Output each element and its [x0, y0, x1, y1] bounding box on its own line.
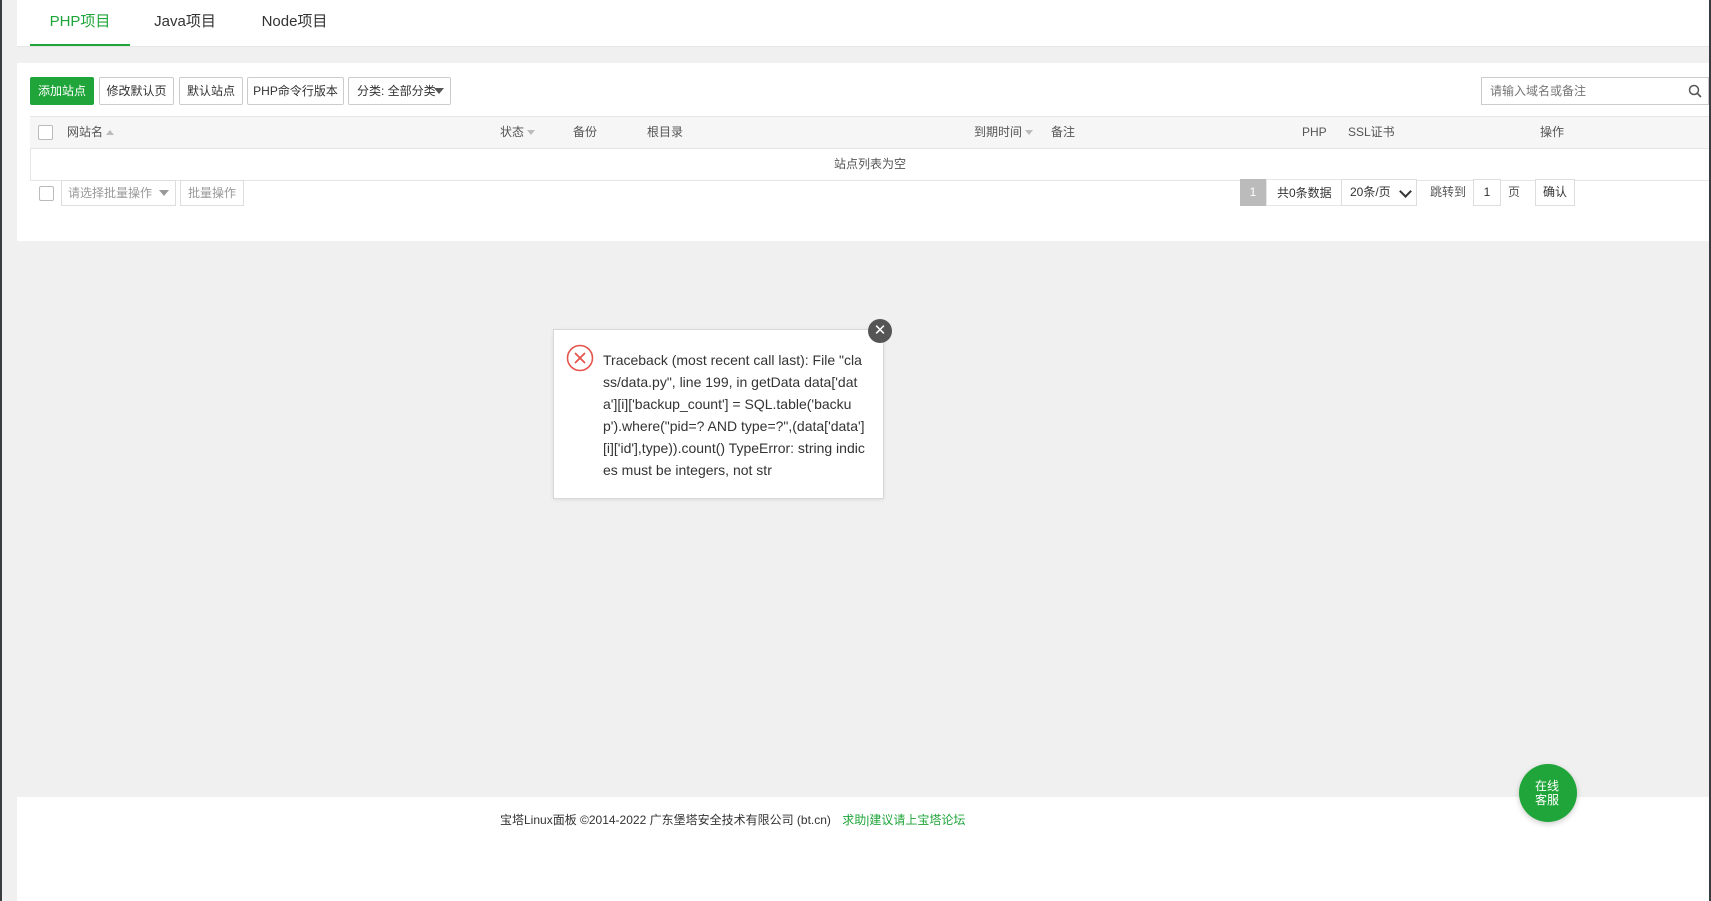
batch-action-select-label: 请选择批量操作 — [68, 186, 153, 200]
chevron-down-icon — [159, 190, 169, 196]
category-select[interactable]: 分类: 全部分类 — [348, 77, 451, 105]
column-status-label: 状态 — [500, 125, 525, 139]
column-ssl: SSL证书 — [1348, 125, 1395, 139]
pagination-total: 共0条数据 — [1266, 179, 1343, 206]
search-box — [1481, 77, 1709, 105]
close-icon[interactable]: ✕ — [868, 319, 892, 343]
page-size-select[interactable]: 20条/页 — [1341, 179, 1417, 206]
page-size-label: 20条/页 — [1350, 185, 1391, 199]
category-select-label: 分类: 全部分类 — [357, 84, 436, 98]
left-rail — [0, 0, 2, 901]
column-site-name-label: 网站名 — [67, 125, 104, 139]
jump-confirm-button[interactable]: 确认 — [1535, 179, 1575, 206]
footer-text: 宝塔Linux面板 ©2014-2022 广东堡塔安全技术有限公司 (bt.cn… — [500, 811, 965, 828]
batch-action-button[interactable]: 批量操作 — [180, 180, 244, 206]
site-footer: 宝塔Linux面板 ©2014-2022 广东堡塔安全技术有限公司 (bt.cn… — [17, 797, 1709, 901]
online-support-label: 在线客服 — [1534, 779, 1559, 807]
column-site-name[interactable]: 网站名 — [67, 117, 115, 148]
pagination-current-page[interactable]: 1 — [1240, 179, 1266, 206]
sort-desc-icon — [1025, 130, 1034, 136]
column-remark: 备注 — [1051, 125, 1076, 139]
php-cli-version-button[interactable]: PHP命令行版本 — [247, 77, 344, 105]
copyright-text: 宝塔Linux面板 ©2014-2022 广东堡塔安全技术有限公司 (bt.cn… — [500, 813, 831, 827]
select-all-checkbox[interactable] — [38, 125, 53, 140]
sort-asc-icon — [106, 130, 115, 136]
default-site-button[interactable]: 默认站点 — [179, 77, 243, 105]
page: PHP项目 Java项目 Node项目 添加站点 修改默认页 默认站点 PHP命… — [0, 0, 1711, 901]
sort-desc-icon — [527, 130, 536, 136]
site-table: 网站名 状态 备份 根目录 到期时间 备注 PHP SSL证书 操作 站点列表为… — [30, 116, 1709, 181]
batch-action-select[interactable]: 请选择批量操作 — [61, 180, 176, 206]
column-expire[interactable]: 到期时间 — [974, 117, 1034, 148]
column-actions: 操作 — [1540, 125, 1565, 139]
search-icon[interactable] — [1688, 84, 1702, 98]
search-input[interactable] — [1482, 78, 1688, 104]
tab-php-project[interactable]: PHP项目 — [30, 0, 130, 46]
page-unit-label: 页 — [1508, 185, 1521, 199]
empty-table-message: 站点列表为空 — [30, 149, 1709, 181]
batch-select-checkbox[interactable] — [39, 186, 54, 201]
tab-node-project[interactable]: Node项目 — [247, 0, 342, 44]
tab-java-project[interactable]: Java项目 — [139, 0, 231, 44]
add-site-button[interactable]: 添加站点 — [30, 77, 94, 105]
chevron-down-icon — [434, 88, 444, 94]
error-message: Traceback (most recent call last): File … — [603, 352, 865, 478]
error-icon — [566, 344, 594, 372]
project-tabs: PHP项目 Java项目 Node项目 — [17, 0, 1709, 47]
column-php: PHP — [1302, 125, 1327, 139]
table-footer: 请选择批量操作 批量操作 1 共0条数据 20条/页 跳转到 1 页 确认 — [17, 179, 1709, 209]
chevron-down-icon — [1399, 185, 1412, 198]
column-expire-label: 到期时间 — [974, 125, 1023, 139]
table-header: 网站名 状态 备份 根目录 到期时间 备注 PHP SSL证书 操作 — [30, 117, 1709, 149]
column-backup: 备份 — [573, 125, 598, 139]
jump-page-input[interactable]: 1 — [1473, 179, 1501, 206]
edit-default-page-button[interactable]: 修改默认页 — [99, 77, 174, 105]
jump-to-label: 跳转到 — [1430, 185, 1467, 199]
column-root: 根目录 — [647, 125, 684, 139]
online-support-button[interactable]: 在线客服 — [1519, 764, 1577, 822]
site-panel: 添加站点 修改默认页 默认站点 PHP命令行版本 分类: 全部分类 网站名 — [17, 63, 1709, 241]
error-dialog: Traceback (most recent call last): File … — [553, 329, 884, 499]
forum-link[interactable]: 求助|建议请上宝塔论坛 — [842, 813, 965, 827]
column-status[interactable]: 状态 — [500, 117, 536, 148]
